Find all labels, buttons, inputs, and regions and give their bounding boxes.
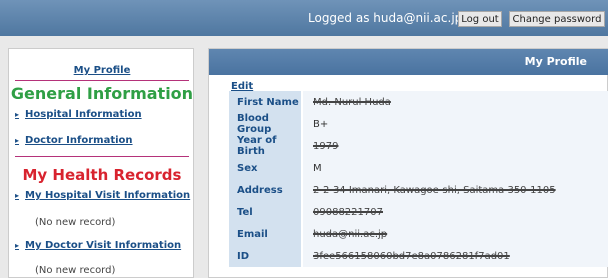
table-row: Blood Group B+ <box>229 113 608 135</box>
sidebar-item-label: My Doctor Visit Information <box>25 240 182 251</box>
sidebar-my-profile-link[interactable]: My Profile <box>9 65 195 76</box>
table-row: Address 2-2-34 Imanari, Kawagoe-shi, Sai… <box>229 179 608 201</box>
redacted-value: 2-2-34 Imanari, Kawagoe-shi, Saitama 350… <box>313 184 556 196</box>
page-title: My Profile <box>524 55 587 68</box>
field-label: Tel <box>229 201 301 223</box>
chevron-right-icon: ▸ <box>15 241 20 250</box>
logged-in-text: Logged as huda@nii.ac.jp <box>308 11 463 25</box>
table-row: First Name Md. Nurul Huda <box>229 91 608 113</box>
field-value: 1979 <box>303 135 608 157</box>
table-row: Sex M <box>229 157 608 179</box>
hospital-visit-status: (No new record) <box>35 217 116 228</box>
field-label: ID <box>229 245 301 267</box>
profile-panel-header: My Profile <box>209 49 608 75</box>
redacted-value: 1979 <box>313 140 339 152</box>
sidebar-item-hospital-information[interactable]: ▸ Hospital Information <box>15 109 142 120</box>
redacted-value: 09088221707 <box>313 206 383 218</box>
table-row: Email huda@nii.ac.jp <box>229 223 608 245</box>
field-value: B+ <box>303 113 608 135</box>
field-label: First Name <box>229 91 301 113</box>
profile-panel: My Profile Edit First Name Md. Nurul Hud… <box>208 48 608 278</box>
table-row: ID 3fee566158060bd7e8a0786281f7ad01 <box>229 245 608 267</box>
chevron-right-icon: ▸ <box>15 191 20 200</box>
table-row: Tel 09088221707 <box>229 201 608 223</box>
profile-table: First Name Md. Nurul Huda Blood Group B+… <box>229 91 608 267</box>
field-value: 3fee566158060bd7e8a0786281f7ad01 <box>303 245 608 267</box>
field-label: Sex <box>229 157 301 179</box>
field-value: M <box>303 157 608 179</box>
table-row: Year of Birth 1979 <box>229 135 608 157</box>
field-label: Blood Group <box>229 113 301 135</box>
field-label: Year of Birth <box>229 135 301 157</box>
sidebar-item-label: My Hospital Visit Information <box>25 190 191 201</box>
chevron-right-icon: ▸ <box>15 136 20 145</box>
field-value: Md. Nurul Huda <box>303 91 608 113</box>
change-password-button[interactable]: Change password <box>509 11 605 27</box>
redacted-value: huda@nii.ac.jp <box>313 228 388 240</box>
top-bar: Logged as huda@nii.ac.jp Log out Change … <box>0 0 608 36</box>
sidebar-item-label: Hospital Information <box>25 109 142 120</box>
field-label: Address <box>229 179 301 201</box>
sidebar-divider <box>15 80 189 81</box>
chevron-right-icon: ▸ <box>15 110 20 119</box>
redacted-value: Md. Nurul Huda <box>313 96 391 108</box>
sidebar-item-hospital-visit[interactable]: ▸ My Hospital Visit Information <box>15 190 190 201</box>
field-value: 09088221707 <box>303 201 608 223</box>
doctor-visit-status: (No new record) <box>35 265 116 276</box>
field-label: Email <box>229 223 301 245</box>
sidebar-item-label: Doctor Information <box>25 135 133 146</box>
field-value: huda@nii.ac.jp <box>303 223 608 245</box>
sidebar-item-doctor-information[interactable]: ▸ Doctor Information <box>15 135 133 146</box>
redacted-value: 3fee566158060bd7e8a0786281f7ad01 <box>313 250 510 262</box>
logout-button[interactable]: Log out <box>458 11 502 27</box>
sidebar: My Profile General Information ▸ Hospita… <box>8 48 194 278</box>
sidebar-item-doctor-visit[interactable]: ▸ My Doctor Visit Information <box>15 240 181 251</box>
general-information-heading: General Information <box>10 84 194 103</box>
health-records-heading: My Health Records <box>22 166 182 184</box>
sidebar-divider <box>15 156 189 157</box>
field-value: 2-2-34 Imanari, Kawagoe-shi, Saitama 350… <box>303 179 608 201</box>
